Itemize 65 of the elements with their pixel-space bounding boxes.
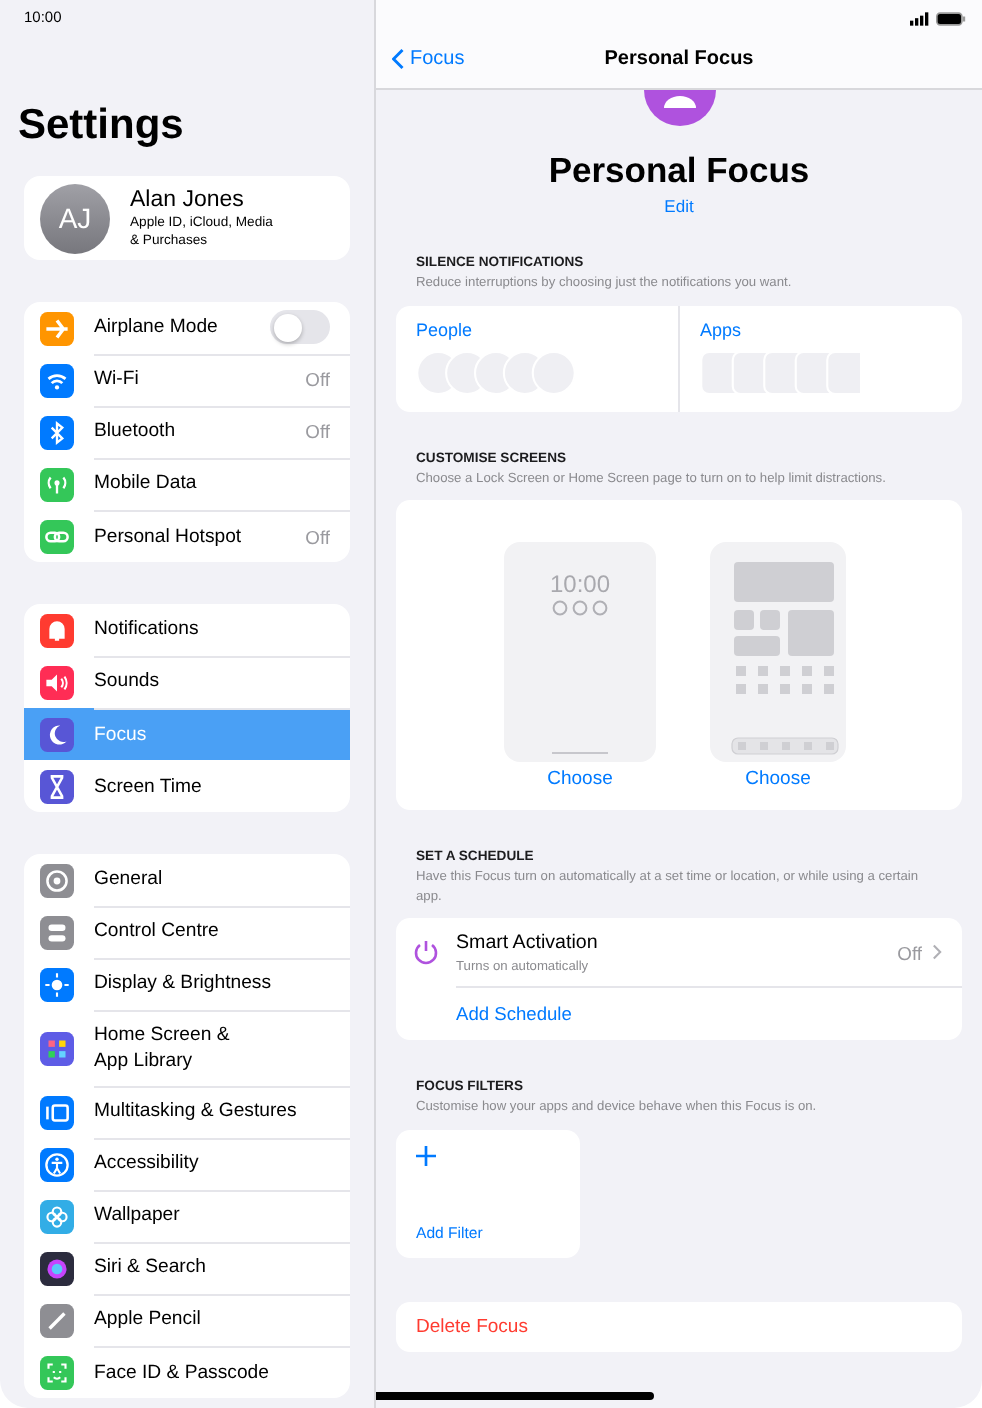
row-value: Off bbox=[305, 368, 330, 390]
people-label: People bbox=[416, 319, 475, 339]
chevron-left-icon bbox=[392, 47, 404, 69]
row-label: Face ID & Passcode bbox=[94, 1359, 271, 1385]
focus-title: Personal Focus bbox=[546, 150, 812, 192]
profile-name: Alan Jones bbox=[130, 187, 246, 211]
settings-row[interactable]: Notifications bbox=[24, 604, 350, 656]
settings-row[interactable]: Face ID & Passcode bbox=[24, 1346, 350, 1398]
row-label: Home Screen & App Library bbox=[94, 1021, 232, 1073]
row-label: Multitasking & Gestures bbox=[94, 1098, 299, 1124]
row-label: Wallpaper bbox=[94, 1202, 182, 1228]
row-label: Wi-Fi bbox=[94, 366, 141, 392]
settings-row[interactable]: Bluetooth Off bbox=[24, 406, 350, 458]
navigation-title: Personal Focus bbox=[604, 47, 754, 69]
power-icon bbox=[410, 936, 442, 968]
row-label: Airplane Mode bbox=[94, 314, 220, 340]
plus-icon bbox=[416, 1145, 436, 1165]
smart-activation-value: Off bbox=[897, 941, 922, 963]
row-label: Siri & Search bbox=[94, 1254, 208, 1280]
settings-row[interactable]: Control Centre bbox=[24, 906, 350, 958]
settings-row[interactable]: Display & Brightness bbox=[24, 958, 350, 1010]
row-label: Display & Brightness bbox=[94, 970, 274, 996]
settings-row[interactable]: Mobile Data bbox=[24, 458, 350, 510]
settings-row[interactable]: Airplane Mode bbox=[24, 302, 350, 354]
add-schedule-link[interactable]: Add Schedule bbox=[456, 988, 572, 1040]
row-label: Apple Pencil bbox=[94, 1306, 203, 1332]
settings-row[interactable]: General bbox=[24, 854, 350, 906]
settings-row[interactable]: Screen Time bbox=[24, 760, 350, 812]
row-value: Off bbox=[305, 525, 330, 547]
row-label: Sounds bbox=[94, 668, 162, 694]
settings-row[interactable]: Accessibility bbox=[24, 1138, 350, 1190]
back-button[interactable]: Focus bbox=[376, 47, 465, 69]
settings-row[interactable]: Personal Hotspot Off bbox=[24, 510, 350, 562]
row-label: Mobile Data bbox=[94, 470, 199, 496]
people-panel[interactable]: People bbox=[396, 305, 678, 411]
apps-label: Apps bbox=[700, 319, 744, 339]
row-label: Focus bbox=[94, 721, 149, 747]
settings-row[interactable]: Apple Pencil bbox=[24, 1294, 350, 1346]
widget-dots-icon bbox=[552, 600, 608, 616]
settings-row[interactable]: Multitasking & Gestures bbox=[24, 1086, 350, 1138]
choose-link[interactable]: Choose bbox=[547, 768, 613, 790]
apps-panel[interactable]: Apps bbox=[678, 305, 962, 411]
row-label: Screen Time bbox=[94, 773, 204, 799]
delete-focus-button[interactable]: Delete Focus bbox=[396, 1301, 962, 1351]
row-value: Off bbox=[305, 420, 330, 442]
row-label: Accessibility bbox=[94, 1150, 201, 1176]
settings-row[interactable]: Wallpaper bbox=[24, 1190, 350, 1242]
lock-screen-time: 10:00 bbox=[549, 570, 611, 598]
row-label: Bluetooth bbox=[94, 418, 178, 444]
smart-activation-title: Smart Activation bbox=[456, 931, 600, 953]
row-label: Notifications bbox=[94, 616, 201, 642]
edit-link[interactable]: Edit bbox=[664, 196, 694, 216]
avatar: AJ bbox=[40, 183, 110, 253]
toggle-switch[interactable] bbox=[270, 310, 330, 344]
settings-row[interactable]: Wi-Fi Off bbox=[24, 354, 350, 406]
signal-icon bbox=[910, 11, 930, 25]
settings-row[interactable]: Siri & Search bbox=[24, 1242, 350, 1294]
settings-title: Settings bbox=[18, 100, 186, 152]
chevron-right-icon bbox=[932, 944, 942, 960]
battery-icon bbox=[936, 11, 966, 25]
choose-link[interactable]: Choose bbox=[745, 768, 811, 790]
settings-row[interactable]: Home Screen & App Library bbox=[24, 1010, 350, 1086]
row-label: Personal Hotspot bbox=[94, 523, 244, 549]
row-label: General bbox=[94, 866, 165, 892]
row-label: Control Centre bbox=[94, 918, 221, 944]
